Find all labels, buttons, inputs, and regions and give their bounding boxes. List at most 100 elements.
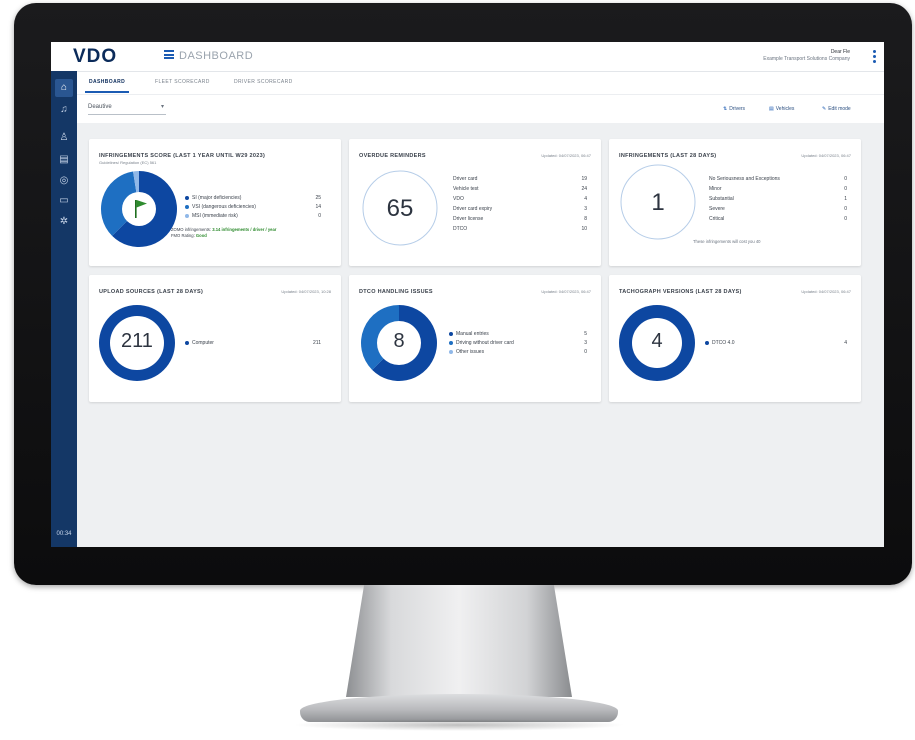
- card-tachograph-versions[interactable]: TACHOGRAPH VERSIONS (LAST 28 DAYS) Updat…: [609, 275, 861, 402]
- legend-item-driving-without-card: Driving without driver card: [449, 340, 514, 346]
- chevron-down-icon: ▾: [160, 104, 164, 110]
- vehicles-icon: ▤: [769, 106, 774, 112]
- menu-icon[interactable]: [164, 50, 174, 59]
- reminder-item: Vehicle test: [453, 186, 479, 192]
- top-bar: VDO DASHBOARD Dear Fle Example Transport…: [51, 42, 884, 72]
- edit-mode-button[interactable]: ✎ Edit mode: [822, 106, 851, 112]
- gear-icon[interactable]: ✲: [55, 213, 73, 231]
- user-name[interactable]: Dear Fle: [831, 49, 850, 55]
- toolbar: Deautive ▾ ⇅ Drivers ▤ Vehicles ✎ Edit mode: [77, 94, 884, 123]
- card-dtco-handling-issues[interactable]: DTCO HANDLING ISSUES Updated: 04/07/2023…: [349, 275, 601, 402]
- severity-value: 0: [844, 206, 847, 212]
- upload-total: 211: [121, 330, 153, 352]
- card-title: TACHOGRAPH VERSIONS (LAST 28 DAYS): [619, 289, 742, 295]
- severity-value: 0: [844, 186, 847, 192]
- card-infringements-score[interactable]: INFRINGEMENTS SCORE (LAST 1 YEAR UNTIL W…: [89, 139, 341, 266]
- screen: VDO DASHBOARD Dear Fle Example Transport…: [51, 42, 884, 547]
- edit-icon: ✎: [822, 106, 827, 112]
- sidebar: ⌂ ♫ ♙ ▤ ◎ ▭ ✲ 00:34: [51, 71, 77, 547]
- tab-dashboard[interactable]: DASHBOARD: [84, 79, 130, 93]
- truck-icon[interactable]: ▭: [55, 192, 73, 210]
- vdo-logo[interactable]: VDO: [73, 46, 117, 68]
- dtco-total: 8: [393, 330, 405, 352]
- user-icon[interactable]: ♙: [55, 129, 73, 147]
- legend-item-msi: MSI (immediate risk): [185, 213, 238, 219]
- legend-dot: [705, 340, 709, 345]
- legend-dot: [185, 340, 189, 345]
- infringements-score-donut: [101, 171, 177, 247]
- legend-dot: [449, 349, 453, 354]
- user-company: Example Transport Solutions Company: [763, 56, 850, 62]
- drivers-icon: ⇅: [723, 106, 728, 112]
- reminder-value: 10: [581, 226, 587, 232]
- card-subtitle: Guidelines/ Regulation (EC) 561: [99, 160, 157, 165]
- reminder-item: DTCO: [453, 226, 468, 232]
- filter-select-value: Deautive: [88, 104, 112, 110]
- legend-dot: [449, 331, 453, 336]
- severity-item: Critical: [709, 216, 725, 222]
- severity-item: No Seriousness and Exceptions: [709, 176, 780, 182]
- donut-center: [122, 192, 156, 226]
- reminder-value: 8: [584, 216, 587, 222]
- severity-value: 1: [844, 196, 847, 202]
- tab-driver-scorecard[interactable]: DRIVER SCORECARD: [234, 79, 293, 85]
- legend-item-si: SI (major deficiencies): [185, 195, 241, 201]
- reminder-value: 4: [584, 196, 587, 202]
- tab-fleet-scorecard[interactable]: FLEET SCORECARD: [155, 79, 210, 85]
- drivers-button[interactable]: ⇅ Drivers: [723, 106, 745, 112]
- legend-dot: [185, 195, 189, 200]
- reminder-value: 3: [584, 206, 587, 212]
- bell-icon[interactable]: ♫: [55, 101, 73, 119]
- card-title: OVERDUE REMINDERS: [359, 153, 426, 159]
- card-overdue-reminders[interactable]: OVERDUE REMINDERS Updated: 04/07/2023, 0…: [349, 139, 601, 266]
- legend-item-vsi: VSI (dangerous deficiencies): [185, 204, 256, 210]
- home-icon[interactable]: ⌂: [55, 79, 73, 97]
- legend-value: 211: [313, 340, 321, 346]
- legend-value: 4: [844, 340, 847, 346]
- legend-value: 0: [584, 349, 587, 355]
- severity-item: Minor: [709, 186, 722, 192]
- tacho-total: 4: [651, 330, 663, 352]
- card-title: DTCO HANDLING ISSUES: [359, 289, 433, 295]
- globe-icon[interactable]: ◎: [55, 172, 73, 190]
- severity-value: 0: [844, 216, 847, 222]
- legend-value: 5: [584, 331, 587, 337]
- card-title: UPLOAD SOURCES (LAST 28 DAYS): [99, 289, 204, 295]
- card-infringements-28-days[interactable]: INFRINGEMENTS (LAST 28 DAYS) Updated: 04…: [609, 139, 861, 266]
- card-title: INFRINGEMENTS (LAST 28 DAYS): [619, 153, 717, 159]
- card-upload-sources[interactable]: UPLOAD SOURCES (LAST 28 DAYS) Updated: 0…: [89, 275, 341, 402]
- legend-value: 3: [584, 340, 587, 346]
- document-icon[interactable]: ▤: [55, 151, 73, 169]
- legend-dot: [185, 204, 189, 209]
- filter-select[interactable]: Deautive ▾: [88, 100, 166, 115]
- card-title: INFRINGEMENTS SCORE (LAST 1 YEAR UNTIL W…: [99, 153, 266, 159]
- reminder-item: Driver card expiry: [453, 206, 493, 212]
- legend-item-other-issues: Other issues: [449, 349, 484, 355]
- updated-timestamp: Updated: 04/07/2023, 06:47: [801, 153, 851, 158]
- reminder-item: Driver card: [453, 176, 478, 182]
- legend-item-dtco-4: DTCO 4.0: [705, 340, 735, 346]
- monitor-stand-base: [300, 694, 618, 722]
- more-options-icon[interactable]: [873, 50, 876, 65]
- legend-value: 14: [315, 204, 321, 210]
- stand-shadow: [292, 719, 626, 731]
- fmo-rating-note: FMO Rating: Good: [171, 233, 207, 238]
- legend-item-computer: Computer: [185, 340, 214, 346]
- severity-item: Substantial: [709, 196, 734, 202]
- legend-value: 25: [315, 195, 321, 201]
- overdue-total: 65: [386, 195, 414, 222]
- reminder-value: 24: [581, 186, 587, 192]
- severity-item: Severe: [709, 206, 725, 212]
- tab-bar: DASHBOARD FLEET SCORECARD DRIVER SCORECA…: [77, 72, 884, 94]
- legend-dot: [185, 213, 189, 218]
- monitor-stand-neck: [346, 585, 572, 697]
- reminder-item: VDO: [453, 196, 464, 202]
- page-title: DASHBOARD: [179, 50, 254, 62]
- updated-timestamp: Updated: 04/07/2023, 06:47: [541, 153, 591, 158]
- severity-value: 0: [844, 176, 847, 182]
- vehicles-button[interactable]: ▤ Vehicles: [769, 106, 794, 112]
- legend-dot: [449, 340, 453, 345]
- updated-timestamp: Updated: 04/07/2023, 06:47: [541, 289, 591, 294]
- updated-timestamp: Updated: 04/07/2023, 06:47: [801, 289, 851, 294]
- infringement-rate-note: ZOMO infringements: 3.14 infringements /…: [171, 227, 277, 232]
